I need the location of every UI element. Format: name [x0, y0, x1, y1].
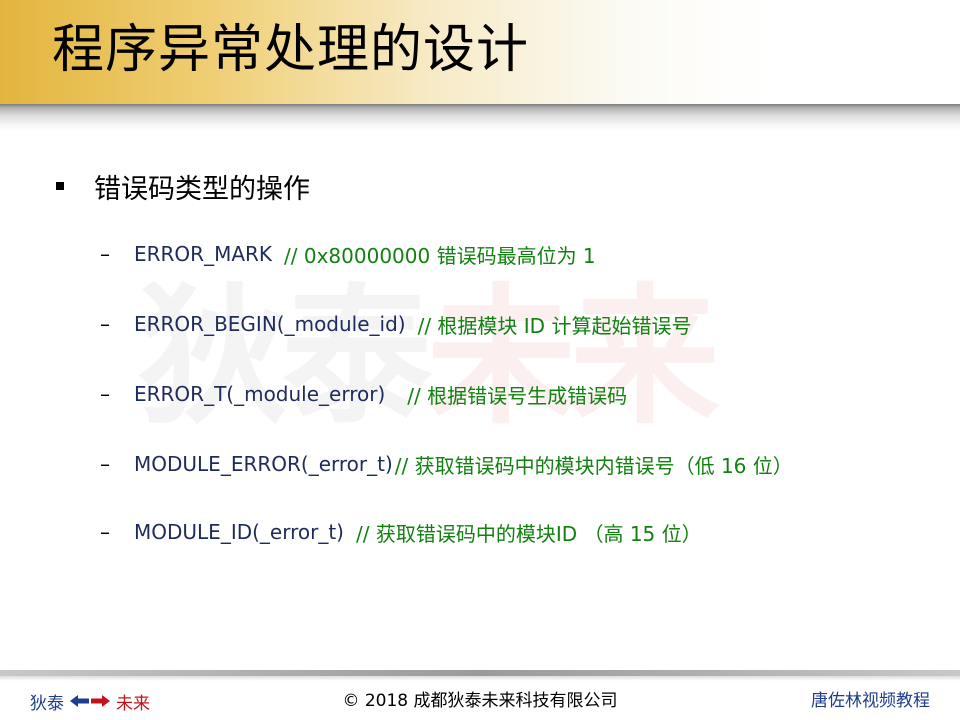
dash-icon: –	[100, 382, 110, 406]
dash-icon: –	[100, 312, 110, 336]
sub-item-error-begin: – ERROR_BEGIN(_module_id) // 根据模块 ID 计算起…	[100, 308, 691, 340]
comment-text: // 根据模块 ID 计算起始错误号	[417, 313, 692, 338]
footer-divider-shadow	[0, 676, 960, 681]
watermark-left: 狄泰	[138, 271, 432, 445]
comment-text: // 0x80000000 错误码最高位为 1	[284, 243, 596, 268]
bullet-square-icon	[56, 182, 64, 190]
footer-author: 唐佐林视频教程	[811, 691, 930, 711]
code-text: MODULE_ID(_error_t)	[134, 520, 344, 544]
sub-item-module-id: – MODULE_ID(_error_t) // 获取错误码中的模块ID （高 …	[100, 516, 702, 548]
comment-text: // 获取错误码中的模块内错误号（低 16 位）	[394, 453, 793, 478]
watermark-right: 未来	[426, 271, 720, 445]
sub-item-error-mark: – ERROR_MARK // 0x80000000 错误码最高位为 1	[100, 238, 596, 270]
bullet-text: 错误码类型的操作	[94, 173, 310, 205]
comment-text: // 获取错误码中的模块ID （高 15 位）	[355, 521, 702, 546]
comment-text: // 根据错误号生成错误码	[407, 383, 628, 408]
sub-item-error-t: – ERROR_T(_module_error) // 根据错误号生成错误码	[100, 378, 627, 410]
dash-icon: –	[100, 520, 110, 544]
main-bullet: 错误码类型的操作	[56, 166, 310, 206]
code-text: MODULE_ERROR(_error_t)	[134, 452, 393, 476]
dash-icon: –	[100, 452, 110, 476]
sub-item-module-error: – MODULE_ERROR(_error_t) // 获取错误码中的模块内错误…	[100, 448, 793, 480]
watermark: 狄泰未来	[138, 268, 720, 448]
code-text: ERROR_T(_module_error)	[134, 382, 386, 406]
code-text: ERROR_BEGIN(_module_id)	[134, 312, 406, 336]
title-shadow	[0, 104, 960, 130]
slide-title: 程序异常处理的设计	[52, 20, 530, 80]
code-text: ERROR_MARK	[134, 242, 273, 266]
dash-icon: –	[100, 242, 110, 266]
